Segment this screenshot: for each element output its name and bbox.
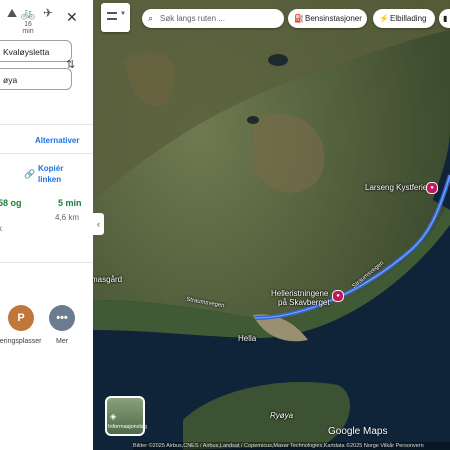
search-along-route[interactable]: ⌕ Søk langs ruten ... (142, 9, 284, 28)
bicycle-mode-button[interactable]: 🚲 16 min (18, 6, 38, 35)
travel-modes: ⛰ 🚲 16 min ✈ (0, 6, 93, 36)
flight-icon: ✈ (42, 6, 54, 20)
divider (0, 153, 93, 154)
place-label-hella: Hella (238, 334, 257, 343)
chevron-down-icon: ▼ (120, 11, 126, 17)
place-label-larseng[interactable]: Larseng Kystferie (365, 183, 427, 192)
place-label-masgard: masgård (93, 275, 123, 284)
place-label-ryoya: Ryøya (270, 411, 294, 420)
menu-icon (107, 12, 117, 20)
directions-panel: ⛰ 🚲 16 min ✈ ✕ Kvaløysletta øya ⇅ Altern… (0, 0, 93, 450)
map-canvas[interactable]: ▼ ⌕ Søk langs ruten ... ⛽ Bensinstasjone… (93, 0, 450, 450)
charging-icon: ⚡ (379, 14, 389, 23)
search-icon: ⌕ (148, 13, 154, 23)
parking-icon: P (17, 312, 25, 324)
layers-button[interactable]: ◈ Informasjonslag (105, 396, 147, 436)
more-icon: ••• (56, 312, 68, 324)
route-distance: 4,6 km (55, 213, 80, 222)
route-time: 5 min (58, 198, 82, 208)
place-label-rockart-2[interactable]: på Skavberget (278, 298, 330, 307)
more-button[interactable]: ••• (49, 305, 75, 331)
google-maps-logo: Google Maps (328, 426, 388, 437)
link-icon: 🔗 (24, 169, 36, 179)
chip-label: Elbillading (390, 14, 427, 23)
alternatives-button[interactable]: Alternativer (35, 136, 79, 145)
close-icon[interactable]: ✕ (66, 9, 78, 26)
route-via: 58 og (0, 198, 22, 208)
bicycle-duration: 16 min (22, 21, 34, 35)
destination-field[interactable]: øya (0, 68, 72, 90)
menu-button[interactable]: ▼ (101, 3, 130, 32)
satellite-imagery (93, 0, 450, 450)
copy-link-label: Kopiér linken (38, 164, 64, 184)
chip-gas-stations[interactable]: ⛽ Bensinstasjoner (288, 9, 367, 28)
swap-icon[interactable]: ⇅ (66, 58, 75, 71)
walk-icon: ⛰ (6, 6, 18, 20)
search-placeholder: Søk langs ruten ... (160, 14, 225, 23)
hotel-icon: ▮ (443, 14, 448, 23)
parking-button[interactable]: P (8, 305, 34, 331)
layers-icon: ◈ (110, 412, 117, 421)
divider (0, 124, 93, 125)
fuel-icon: ⛽ (294, 14, 304, 23)
layers-label: Informasjonslag (108, 424, 147, 430)
hotel-pin-icon[interactable]: ● (426, 182, 438, 194)
divider (0, 262, 93, 263)
bicycle-icon: 🚲 (20, 6, 36, 20)
collapse-panel-button[interactable]: ‹ (93, 213, 104, 235)
more-label: Mer (56, 338, 69, 345)
chevron-left-icon: ‹ (97, 219, 100, 229)
chip-label: Bensinstasjoner (305, 14, 362, 23)
route-note: k (0, 224, 2, 233)
attribution-bar: Bilder ©2025 Airbus,CNES / Airbus,Landsa… (133, 442, 450, 450)
attraction-pin-icon[interactable]: ● (332, 290, 344, 302)
place-label-rockart-1[interactable]: Helleristningene (271, 289, 328, 298)
flight-mode-button[interactable]: ✈ (38, 6, 58, 20)
origin-field[interactable]: Kvaløysletta (0, 40, 72, 62)
chip-ev-charging[interactable]: ⚡ Elbillading (373, 9, 435, 28)
parking-label: rkeringsplasser (0, 338, 42, 345)
